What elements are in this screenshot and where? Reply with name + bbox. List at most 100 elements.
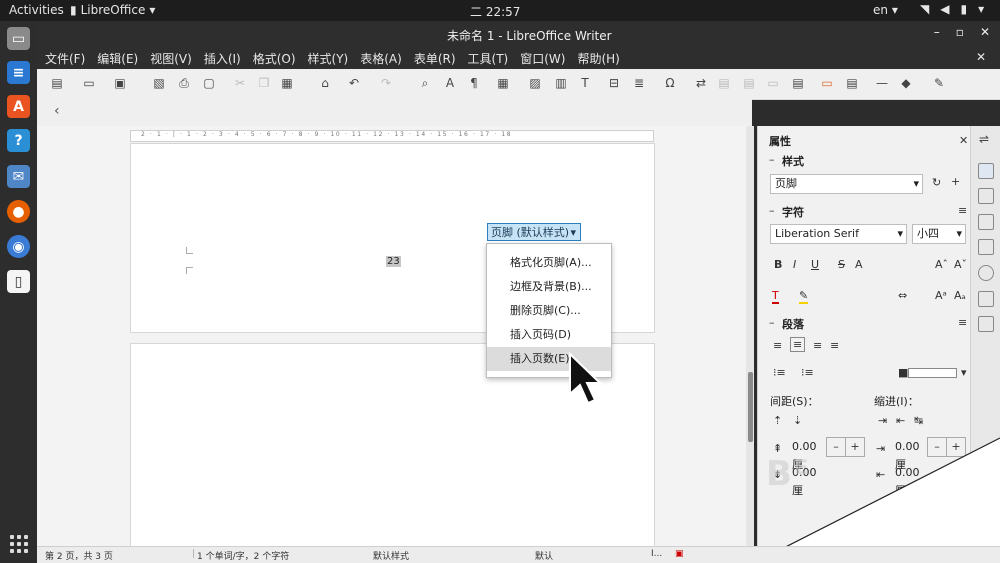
minus-icon[interactable]: – bbox=[826, 437, 846, 457]
insert-field-icon[interactable]: ≣ bbox=[632, 76, 646, 90]
app-menu[interactable]: ▮ LibreOffice ▾ bbox=[70, 3, 155, 17]
show-apps-icon[interactable] bbox=[10, 535, 28, 553]
increase-indent-icon[interactable]: ⇥ bbox=[878, 414, 887, 427]
page-number-field[interactable]: 23 bbox=[386, 256, 401, 267]
files-icon[interactable]: ▭ bbox=[7, 27, 30, 50]
menu-window[interactable]: 窗口(W) bbox=[514, 50, 571, 67]
scrollbar-thumb[interactable] bbox=[748, 372, 753, 442]
chevron-down-icon[interactable]: ▾ bbox=[961, 366, 967, 379]
undo-icon[interactable]: ↶ bbox=[347, 76, 361, 90]
page-tab-icon[interactable] bbox=[978, 188, 994, 204]
collapse-icon[interactable]: – bbox=[769, 316, 775, 329]
menu-item-borders-background[interactable]: 边框及背景(B)... bbox=[487, 275, 611, 299]
paragraph-background-icon[interactable]: ■ bbox=[898, 366, 908, 379]
menu-file[interactable]: 文件(F) bbox=[39, 50, 91, 67]
underline-icon[interactable]: U bbox=[811, 258, 819, 271]
navigator-tab-icon[interactable] bbox=[978, 265, 994, 281]
spelling-icon[interactable]: A bbox=[443, 76, 457, 90]
document-viewer-icon[interactable]: ▯ bbox=[7, 270, 30, 293]
track-changes-icon[interactable]: ▤ bbox=[845, 76, 859, 90]
insert-textbox-icon[interactable]: T bbox=[578, 76, 592, 90]
print-icon[interactable]: ⎙ bbox=[177, 76, 191, 90]
minus-icon[interactable]: – bbox=[927, 437, 947, 457]
cross-reference-icon[interactable]: ▤ bbox=[791, 76, 805, 90]
grow-font-icon[interactable]: Aˆ bbox=[935, 258, 948, 271]
help-icon[interactable]: ? bbox=[7, 129, 30, 152]
subscript-icon[interactable]: Aₐ bbox=[954, 289, 966, 302]
collapse-icon[interactable]: – bbox=[769, 204, 775, 217]
page-count-status[interactable]: 第 2 页，共 3 页 bbox=[45, 549, 113, 562]
menu-item-insert-page-number[interactable]: 插入页码(D) bbox=[487, 323, 611, 347]
collapse-icon[interactable]: – bbox=[769, 153, 775, 166]
find-replace-icon[interactable]: ⌕ bbox=[418, 76, 432, 90]
more-options-icon[interactable]: ≡ bbox=[958, 204, 967, 217]
insert-image-icon[interactable]: ▨ bbox=[528, 76, 542, 90]
menu-format[interactable]: 格式(O) bbox=[247, 50, 302, 67]
open-icon[interactable]: ▭ bbox=[82, 76, 96, 90]
update-style-icon[interactable]: ↻ bbox=[932, 176, 941, 189]
insert-page-break-icon[interactable]: ⊟ bbox=[607, 76, 621, 90]
menu-styles[interactable]: 样式(Y) bbox=[302, 50, 355, 67]
more-options-icon[interactable]: ≡ bbox=[958, 316, 967, 329]
design-tab-icon[interactable] bbox=[978, 316, 994, 332]
font-name-select[interactable]: Liberation Serif ▾ bbox=[770, 224, 907, 244]
language-status[interactable]: 默认 bbox=[535, 549, 553, 562]
after-indent-field[interactable]: 0.00 厘 bbox=[891, 464, 927, 497]
paste-icon[interactable]: ▦ bbox=[280, 76, 294, 90]
manage-changes-tab-icon[interactable] bbox=[978, 291, 994, 307]
shrink-font-icon[interactable]: Aˇ bbox=[954, 258, 967, 271]
close-document-icon[interactable]: ✕ bbox=[976, 50, 986, 64]
chevron-left-icon[interactable]: ‹ bbox=[54, 103, 60, 119]
chromium-icon[interactable]: ◉ bbox=[7, 235, 30, 258]
before-indent-field[interactable]: 0.00 厘 bbox=[891, 438, 927, 471]
menu-view[interactable]: 视图(V) bbox=[144, 50, 198, 67]
formatting-marks-icon[interactable]: ¶ bbox=[467, 76, 481, 90]
clock[interactable]: 二 22:57 bbox=[470, 3, 520, 20]
footer-style-button[interactable]: 页脚 (默认样式) ▾ bbox=[487, 223, 581, 241]
horizontal-ruler[interactable]: 2 · 1 · | · 1 · 2 · 3 · 4 · 5 · 6 · 7 · … bbox=[130, 130, 654, 142]
writer-icon[interactable]: ≡ bbox=[7, 61, 30, 84]
menu-item-format-footer[interactable]: 格式化页脚(A)... bbox=[487, 251, 611, 275]
mail-icon[interactable]: ✉ bbox=[7, 165, 30, 188]
firefox-icon[interactable]: ● bbox=[7, 200, 30, 223]
superscript-icon[interactable]: Aᵃ bbox=[935, 289, 947, 302]
vertical-scrollbar[interactable] bbox=[746, 126, 754, 546]
menu-form[interactable]: 表单(R) bbox=[408, 50, 462, 67]
gallery-tab-icon[interactable] bbox=[978, 239, 994, 255]
minimize-icon[interactable]: – bbox=[934, 25, 940, 39]
menu-help[interactable]: 帮助(H) bbox=[571, 50, 625, 67]
footnote-icon[interactable]: ▤ bbox=[717, 76, 731, 90]
menu-edit[interactable]: 编辑(E) bbox=[91, 50, 144, 67]
decrease-spacing-icon[interactable]: ⇣ bbox=[793, 414, 802, 427]
highlight-color-icon[interactable]: ✎ bbox=[799, 289, 809, 304]
redo-icon[interactable]: ↷ bbox=[379, 76, 393, 90]
align-left-icon[interactable]: ≡ bbox=[773, 339, 782, 352]
plus-icon[interactable]: + bbox=[845, 437, 865, 457]
decrease-indent-icon[interactable]: ⇤ bbox=[896, 414, 905, 427]
numbering-icon[interactable]: ⁝≡ bbox=[801, 366, 814, 379]
close-icon[interactable]: ✕ bbox=[980, 25, 990, 39]
paragraph-style-select[interactable]: 页脚 ▾ bbox=[770, 174, 923, 194]
hanging-indent-icon[interactable]: ↹ bbox=[914, 414, 923, 427]
document-modified-icon[interactable]: ▣ bbox=[675, 549, 684, 559]
page-style-status[interactable]: 默认样式 bbox=[373, 549, 409, 562]
new-document-icon[interactable]: ▤ bbox=[50, 76, 64, 90]
align-right-icon[interactable]: ≡ bbox=[813, 339, 822, 352]
align-center-icon[interactable]: ≡ bbox=[790, 337, 806, 352]
maximize-icon[interactable]: ▫ bbox=[956, 25, 964, 39]
print-preview-icon[interactable]: ▢ bbox=[202, 76, 216, 90]
plus-icon[interactable]: + bbox=[946, 437, 966, 457]
justify-icon[interactable]: ≡ bbox=[830, 339, 839, 352]
bold-icon[interactable]: B bbox=[774, 258, 782, 271]
menu-tools[interactable]: 工具(T) bbox=[462, 50, 515, 67]
properties-tab-icon[interactable] bbox=[978, 163, 994, 179]
close-sidebar-icon[interactable]: ✕ bbox=[959, 134, 968, 147]
bullets-icon[interactable]: ⁝≡ bbox=[773, 366, 786, 379]
basic-shapes-icon[interactable]: ◆ bbox=[899, 76, 913, 90]
shadow-icon[interactable]: A bbox=[855, 258, 863, 271]
styles-tab-icon[interactable] bbox=[978, 214, 994, 230]
software-center-icon[interactable]: A bbox=[7, 95, 30, 118]
new-style-icon[interactable]: + bbox=[951, 175, 960, 188]
word-count-status[interactable]: 1 个单词/字，2 个字符 bbox=[197, 549, 289, 562]
insert-chart-icon[interactable]: ▥ bbox=[554, 76, 568, 90]
